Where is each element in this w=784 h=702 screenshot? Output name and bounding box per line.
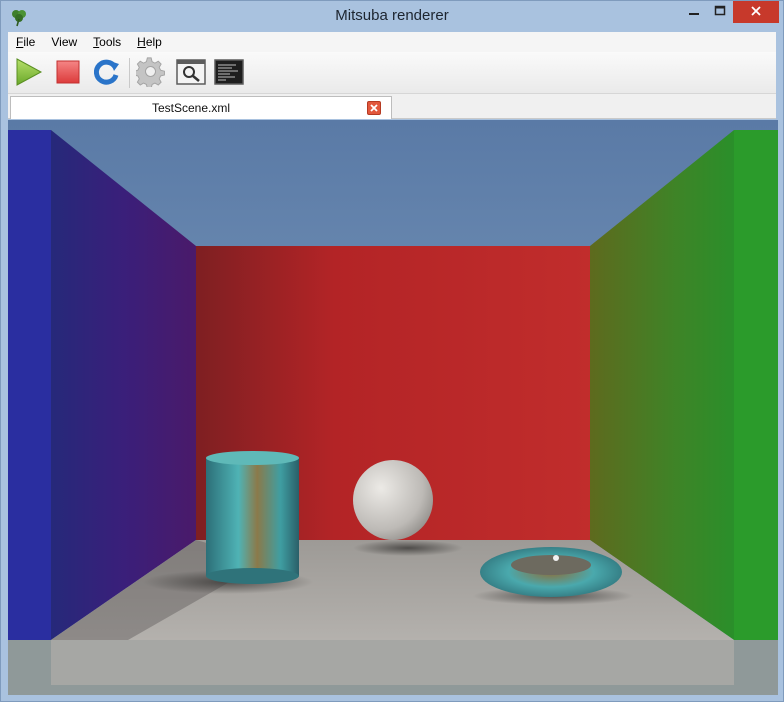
render-image	[8, 120, 778, 695]
title-bar[interactable]: Mitsuba renderer	[1, 1, 783, 32]
start-render-button[interactable]	[12, 57, 44, 89]
close-button[interactable]	[733, 1, 779, 23]
tab-bar: TestScene.xml	[8, 94, 776, 119]
minimize-icon	[688, 5, 700, 20]
gear-icon	[133, 56, 166, 90]
menu-view-label: View	[51, 35, 78, 49]
close-icon	[750, 5, 762, 20]
toolbar	[8, 52, 776, 94]
app-window: Mitsuba renderer File View Tools Help Te…	[0, 0, 784, 702]
console-button[interactable]	[213, 57, 245, 89]
stop-render-button[interactable]	[52, 57, 84, 89]
menu-tools-label: ools	[99, 35, 122, 49]
menu-view[interactable]: View	[43, 35, 85, 49]
menu-bar: File View Tools Help	[8, 32, 776, 52]
magnifier-icon	[176, 58, 206, 88]
settings-button[interactable]	[133, 56, 167, 90]
menu-help-label: elp	[145, 35, 162, 49]
menu-file-label: ile	[23, 35, 36, 49]
maximize-icon	[714, 5, 726, 20]
menu-tools[interactable]: Tools	[85, 35, 129, 49]
tab-close-button[interactable]	[367, 101, 381, 115]
stop-icon	[55, 59, 81, 88]
menu-file[interactable]: File	[8, 35, 43, 49]
play-icon	[13, 57, 43, 90]
maximize-button[interactable]	[707, 1, 733, 23]
console-icon	[214, 58, 244, 88]
toolbar-separator	[129, 58, 130, 88]
menu-help-accelerator: H	[137, 35, 146, 49]
refresh-icon	[91, 57, 121, 90]
close-icon	[370, 101, 378, 115]
preview-button[interactable]	[175, 57, 207, 89]
minimize-button[interactable]	[681, 1, 707, 23]
menu-help[interactable]: Help	[129, 35, 170, 49]
tab-label: TestScene.xml	[151, 101, 231, 115]
tab-testscene[interactable]: TestScene.xml	[10, 96, 392, 119]
render-viewport[interactable]	[8, 120, 778, 695]
refresh-button[interactable]	[90, 57, 122, 89]
window-title: Mitsuba renderer	[335, 7, 449, 24]
